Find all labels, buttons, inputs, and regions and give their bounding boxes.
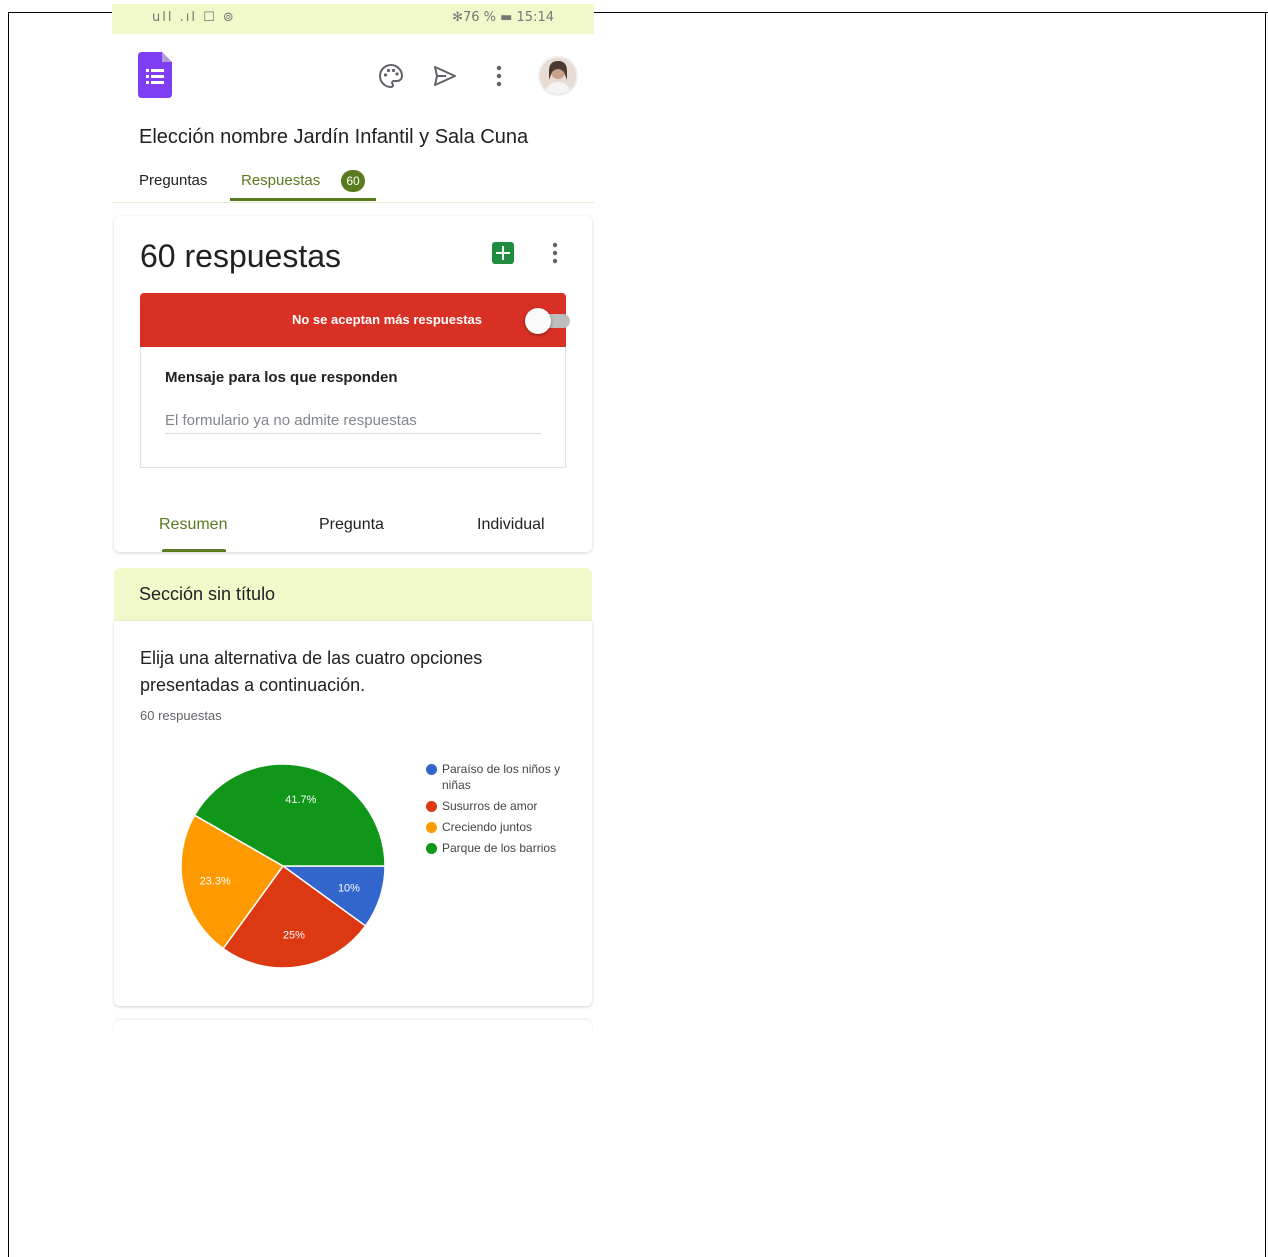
chart-legend: Paraíso de los niños y niñas Susurros de … (426, 761, 576, 861)
form-title: Elección nombre Jardín Infantil y Sala C… (139, 126, 529, 148)
question-text: Elija una alternativa de las cuatro opci… (140, 648, 483, 695)
legend-item: Susurros de amor (426, 798, 576, 814)
active-tab-indicator (230, 198, 376, 201)
legend-label: Parque de los barrios (442, 841, 557, 855)
responses-count-badge: 60 (341, 170, 365, 192)
legend-swatch (426, 843, 437, 854)
respondent-message-input[interactable] (165, 407, 541, 434)
frame-left-border (8, 12, 9, 1257)
question-response-count: 60 respuestas (140, 708, 222, 723)
pie-slice-label: 10% (338, 882, 360, 894)
section-title: Sección sin título (139, 584, 276, 604)
accepting-responses-bar: No se aceptan más respuestas (140, 293, 570, 347)
legend-label: Susurros de amor (442, 799, 538, 813)
responses-card: 60 respuestas No se aceptan más respuest… (114, 216, 592, 552)
legend-swatch (426, 822, 437, 833)
palette-icon[interactable] (376, 61, 406, 91)
card-more-vert-icon[interactable] (550, 240, 560, 266)
responses-count-title: 60 respuestas (140, 238, 342, 274)
subtab-individual[interactable]: Individual (477, 516, 545, 534)
sheets-icon[interactable] (492, 242, 514, 264)
legend-item: Creciendo juntos (426, 819, 576, 835)
legend-swatch (426, 764, 437, 775)
subtab-pregunta[interactable]: Pregunta (319, 516, 384, 534)
more-vert-icon[interactable] (484, 61, 514, 91)
toolbar-icons (376, 56, 578, 96)
pie-chart: 10% 25% 23.3% 41.7% (180, 763, 386, 969)
status-bar-left: ull .ıl ☐ ⊚ (152, 10, 236, 25)
legend-label: Creciendo juntos (442, 820, 533, 834)
legend-item: Parque de los barrios (426, 840, 576, 856)
next-card-edge (114, 1020, 592, 1032)
active-subtab-indicator (162, 549, 226, 552)
tab-preguntas[interactable]: Preguntas (139, 172, 207, 189)
respondent-message-box: Mensaje para los que responden (140, 347, 566, 468)
tab-respuestas[interactable]: Respuestas (241, 172, 320, 189)
avatar[interactable] (538, 56, 578, 96)
subtab-resumen[interactable]: Resumen (159, 516, 227, 534)
main-tabs: Preguntas Respuestas 60 (112, 168, 594, 203)
legend-item: Paraíso de los niños y niñas (426, 761, 576, 793)
phone-screen: ull .ıl ☐ ⊚ ✻76 % ▬ 15:14 Elección nombr… (112, 0, 594, 1032)
send-icon[interactable] (430, 61, 460, 91)
status-bar: ull .ıl ☐ ⊚ ✻76 % ▬ 15:14 (112, 4, 594, 34)
pie-slice-label: 23.3% (200, 875, 231, 887)
question-summary-card: Elija una alternativa de las cuatro opci… (114, 621, 592, 1006)
section-header: Sección sin título (114, 568, 592, 621)
accepting-toggle[interactable] (525, 308, 551, 334)
forms-logo-icon[interactable] (138, 52, 172, 98)
pie-slice-label: 41.7% (285, 794, 316, 806)
respondent-message-label: Mensaje para los que responden (165, 369, 398, 386)
frame-right-border (1265, 12, 1266, 1257)
legend-label: Paraíso de los niños y niñas (442, 762, 561, 792)
legend-swatch (426, 801, 437, 812)
pie-slice-label: 25% (283, 930, 305, 942)
status-bar-right: ✻76 % ▬ 15:14 (452, 10, 554, 25)
accepting-responses-label: No se aceptan más respuestas (291, 312, 482, 327)
